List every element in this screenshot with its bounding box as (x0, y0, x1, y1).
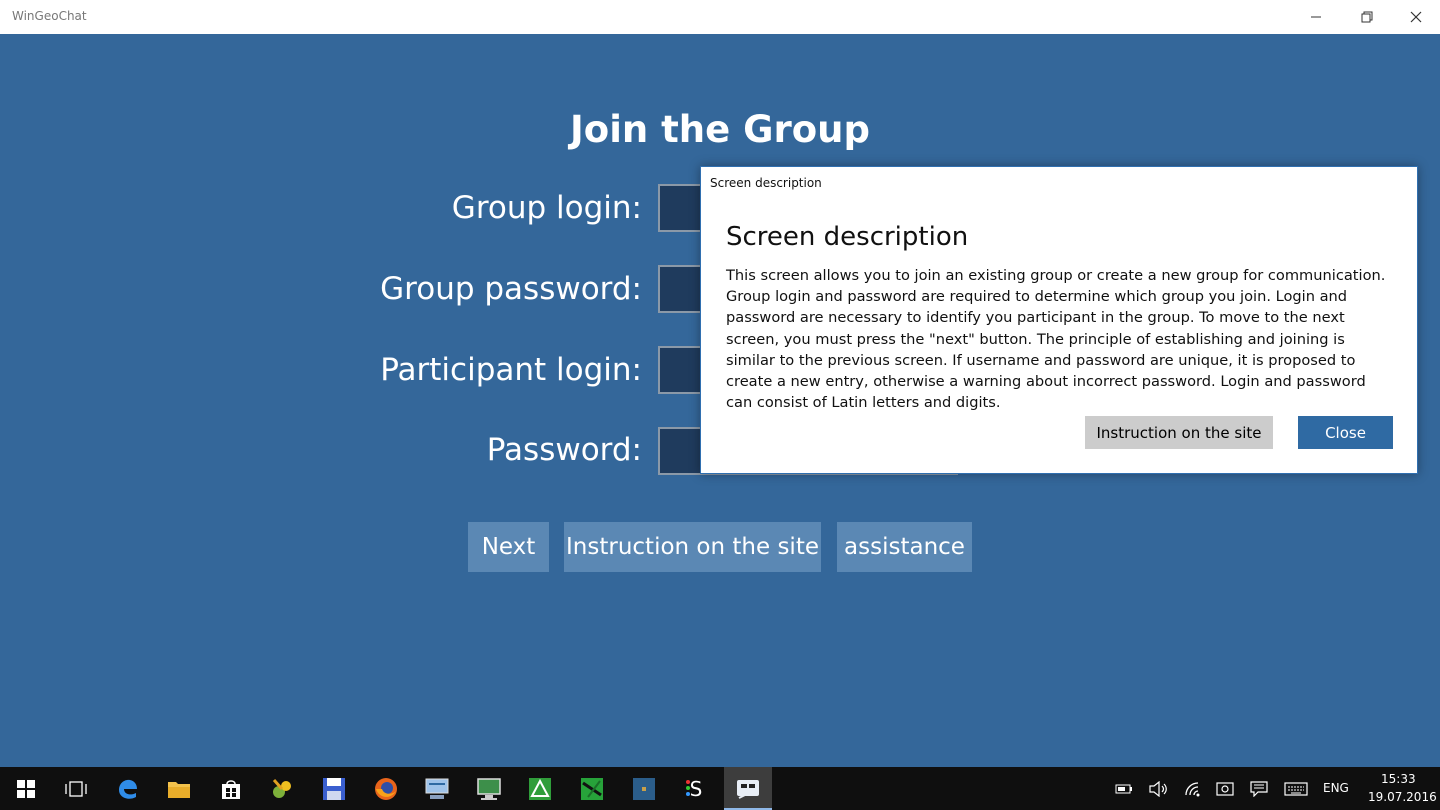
close-icon (1410, 11, 1422, 23)
task-view-button[interactable] (52, 767, 100, 810)
edge-icon (119, 779, 137, 799)
dialog-close-button[interactable]: Close (1298, 416, 1393, 449)
keyboard-layout-tray[interactable] (1214, 767, 1236, 810)
password-label: Password: (486, 432, 642, 468)
taskbar-network-app[interactable] (413, 767, 461, 810)
assistance-button[interactable]: assistance (837, 522, 972, 572)
dialog-heading: Screen description (726, 222, 969, 252)
green-app-icon (529, 777, 551, 800)
action-center-tray[interactable] (1248, 767, 1270, 810)
taskbar-firefox[interactable] (362, 767, 410, 810)
restore-button[interactable] (1343, 0, 1391, 34)
file-explorer-icon (168, 781, 190, 798)
taskbar: S ENG 15:33 19.07.2016 (0, 767, 1440, 810)
dialog-instruction-button[interactable]: Instruction on the site (1085, 416, 1273, 449)
store-icon (222, 779, 240, 799)
dialog-body-text: This screen allows you to join an existi… (726, 267, 1386, 412)
paint-app-icon (272, 778, 291, 798)
close-button[interactable] (1392, 0, 1440, 34)
minimize-button[interactable] (1292, 0, 1340, 34)
taskbar-paint-app[interactable] (258, 767, 306, 810)
minimize-icon (1311, 16, 1321, 18)
photo-app-icon (633, 777, 655, 800)
svg-text:S: S (690, 777, 703, 801)
battery-icon (1115, 784, 1132, 793)
volume-tray[interactable] (1147, 767, 1169, 810)
volume-icon (1149, 780, 1167, 797)
language-indicator[interactable]: ENG (1323, 781, 1349, 795)
taskbar-wingeochat[interactable] (724, 767, 772, 810)
instruction-button[interactable]: Instruction on the site (564, 522, 821, 572)
taskbar-green-app[interactable] (516, 767, 564, 810)
network-app-icon (425, 778, 449, 799)
taskbar-store[interactable] (207, 767, 255, 810)
screen-description-dialog: Screen description Screen description Th… (700, 166, 1418, 474)
taskbar-file-explorer[interactable] (155, 767, 203, 810)
restore-icon (1361, 11, 1373, 23)
battery-tray[interactable] (1114, 767, 1134, 810)
window-titlebar: WinGeoChat (0, 0, 1440, 34)
keyboard-icon (1284, 781, 1308, 796)
clock-date[interactable]: 19.07.2016 (1368, 790, 1437, 804)
taskbar-edge[interactable] (104, 767, 152, 810)
next-button[interactable]: Next (468, 522, 549, 572)
dialog-caption: Screen description (710, 176, 822, 190)
remote-desktop-icon (477, 777, 501, 800)
clock-time[interactable]: 15:33 (1381, 772, 1416, 786)
task-view-icon (65, 780, 87, 797)
participant-login-label: Participant login: (380, 352, 642, 388)
taskbar-floppy-app[interactable] (310, 767, 358, 810)
map-app-icon (581, 777, 603, 800)
window-title: WinGeoChat (12, 9, 87, 23)
wingeochat-icon (737, 779, 759, 799)
page-title: Join the Group (570, 108, 870, 151)
message-icon (1250, 780, 1268, 797)
wifi-icon (1185, 781, 1200, 796)
start-icon (17, 779, 35, 798)
taskbar-photo-app[interactable] (620, 767, 668, 810)
group-password-label: Group password: (380, 271, 642, 307)
taskbar-remote-desktop[interactable] (465, 767, 513, 810)
group-login-label: Group login: (451, 190, 642, 226)
skype-app-icon: S (686, 777, 703, 801)
taskbar-skype-app[interactable]: S (672, 767, 720, 810)
taskbar-map-app[interactable] (568, 767, 616, 810)
wifi-tray[interactable] (1182, 767, 1204, 810)
start-button[interactable] (2, 767, 50, 810)
touch-keyboard-tray[interactable] (1282, 767, 1310, 810)
firefox-icon (375, 777, 397, 800)
input-settings-icon (1216, 781, 1234, 796)
floppy-app-icon (323, 777, 345, 800)
